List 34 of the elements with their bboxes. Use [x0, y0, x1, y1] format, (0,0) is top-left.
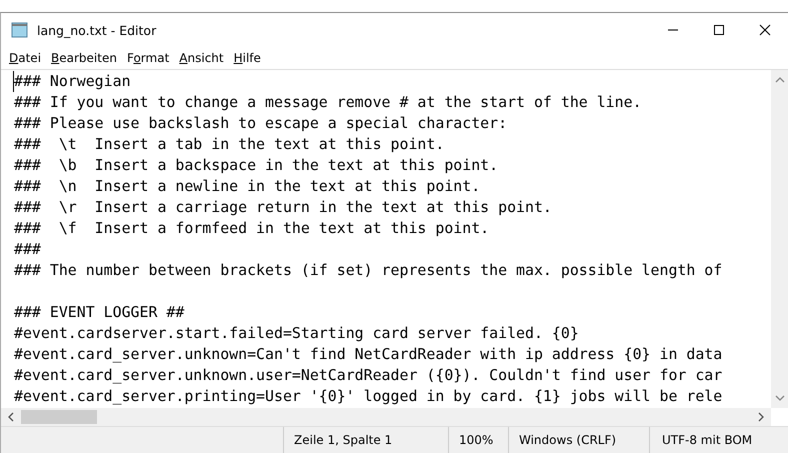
notepad-icon: [11, 22, 29, 38]
scroll-thumb[interactable]: [21, 410, 97, 424]
close-icon: [759, 24, 771, 36]
vertical-scrollbar[interactable]: [771, 70, 788, 408]
maximize-icon: [713, 24, 725, 36]
status-text: Windows (CRLF): [508, 427, 649, 453]
text-line: ### \n Insert a newline in the text at this point.: [14, 176, 482, 197]
text-line: ### The number between brackets (if set) represents the max. possible length of: [14, 260, 724, 281]
text-line: ### \t Insert a tab in the text at this point.: [14, 134, 446, 155]
menu-item[interactable]: Format: [122, 51, 174, 65]
menu-item[interactable]: Hilfe: [228, 51, 266, 65]
text-line: #event.card_server.printing=User '{0}' logged in by card. {1} jobs will be rele: [14, 386, 724, 407]
scroll-right-icon[interactable]: [757, 412, 765, 422]
menu-item[interactable]: Ansicht: [174, 51, 229, 65]
scroll-down-icon[interactable]: [774, 394, 784, 402]
text-line: ### EVENT LOGGER ##: [14, 302, 186, 323]
status-text: Zeile 1, Spalte 1: [283, 427, 448, 453]
text-line: ### Please use backslash to escape a special character:: [14, 113, 508, 134]
text-line: #event.card_server.unknown.user=NetCardReader ({0}). Couldn't find user for car: [14, 365, 724, 386]
menu-item[interactable]: Datei: [4, 51, 46, 65]
scroll-left-icon[interactable]: [7, 412, 15, 422]
status-text: 100%: [448, 427, 508, 453]
menu-item[interactable]: Bearbeiten: [46, 51, 122, 65]
text-line: ### \b Insert a backspace in the text at this point.: [14, 155, 500, 176]
scroll-up-icon[interactable]: [774, 76, 784, 84]
text-line: ###: [14, 239, 42, 260]
text-line: ### \r Insert a carriage return in the text at this point.: [14, 197, 553, 218]
window-title: lang_no.txt - Editor: [37, 22, 156, 38]
text-line: #event.card_server.unknown=Can't find NetCardReader with ip address {0} in data: [14, 344, 724, 365]
status-text: UTF-8 mit BOM: [649, 427, 788, 453]
text-line: #event.cardserver.start.failed=Starting card server failed. {0}: [14, 323, 580, 344]
horizontal-scrollbar[interactable]: [1, 408, 771, 426]
text-line: ### \f Insert a formfeed in the text at this point.: [14, 218, 490, 239]
text-line: ### If you want to change a message remove # at the start of the line.: [14, 92, 643, 113]
